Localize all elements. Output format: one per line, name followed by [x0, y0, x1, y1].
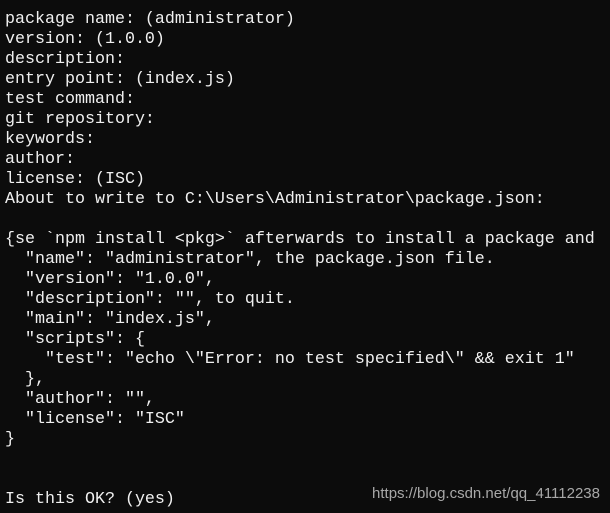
terminal-line: "main": "index.js",: [5, 310, 215, 329]
terminal-line: "description": "", to quit.: [5, 290, 295, 309]
terminal-line: description:: [5, 50, 125, 69]
terminal-line: "scripts": {: [5, 330, 145, 349]
terminal-line: "version": "1.0.0",: [5, 270, 215, 289]
terminal-line: "author": "",: [5, 390, 155, 409]
terminal-line: git repository:: [5, 110, 155, 129]
terminal-output[interactable]: package name: (administrator) version: (1…: [5, 10, 595, 510]
terminal-line: }: [5, 430, 15, 449]
terminal-line: About to write to C:\Users\Administrator…: [5, 190, 545, 209]
terminal-line: entry point: (index.js): [5, 70, 235, 89]
terminal-line: {se `npm install <pkg>` afterwards to in…: [5, 230, 595, 249]
terminal-line: author:: [5, 150, 75, 169]
terminal-line: test command:: [5, 90, 135, 109]
terminal-line: "test": "echo \"Error: no test specified…: [5, 350, 575, 369]
terminal-line: "license": "ISC": [5, 410, 185, 429]
terminal-line: version: (1.0.0): [5, 30, 165, 49]
terminal-line: package name: (administrator): [5, 10, 295, 29]
terminal-line: },: [5, 370, 45, 389]
terminal-line: license: (ISC): [5, 170, 145, 189]
terminal-line: keywords:: [5, 130, 95, 149]
terminal-line: "name": "administrator", the package.jso…: [5, 250, 495, 269]
watermark: https://blog.csdn.net/qq_41112238: [372, 485, 600, 502]
